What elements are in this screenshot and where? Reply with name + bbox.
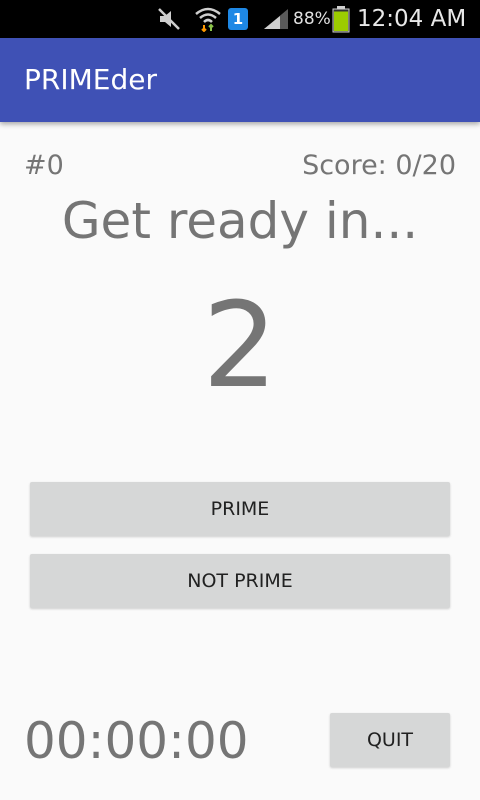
countdown-number: 2 — [202, 276, 278, 414]
notification-badge-icon: 1 — [228, 0, 248, 38]
app-bar: PRIMEder — [0, 38, 480, 122]
battery-percent: 88% — [293, 9, 331, 29]
signal-icon — [262, 0, 290, 38]
mute-icon — [156, 0, 182, 38]
question-counter: #0 — [24, 150, 64, 181]
prime-button[interactable]: PRIME — [30, 482, 450, 536]
quit-button[interactable]: QUIT — [330, 713, 450, 767]
battery-icon — [332, 0, 350, 38]
app-title: PRIMEder — [24, 63, 157, 96]
status-bar: 1 88% 12:04 AM — [0, 0, 480, 38]
get-ready-text: Get ready in... — [61, 192, 419, 250]
score-label: Score: 0/20 — [302, 150, 456, 181]
not-prime-button[interactable]: NOT PRIME — [30, 554, 450, 608]
elapsed-timer: 00:00:00 — [24, 712, 249, 770]
status-time: 12:04 AM — [357, 6, 467, 32]
wifi-icon — [194, 0, 222, 38]
notification-badge-count: 1 — [228, 8, 248, 30]
